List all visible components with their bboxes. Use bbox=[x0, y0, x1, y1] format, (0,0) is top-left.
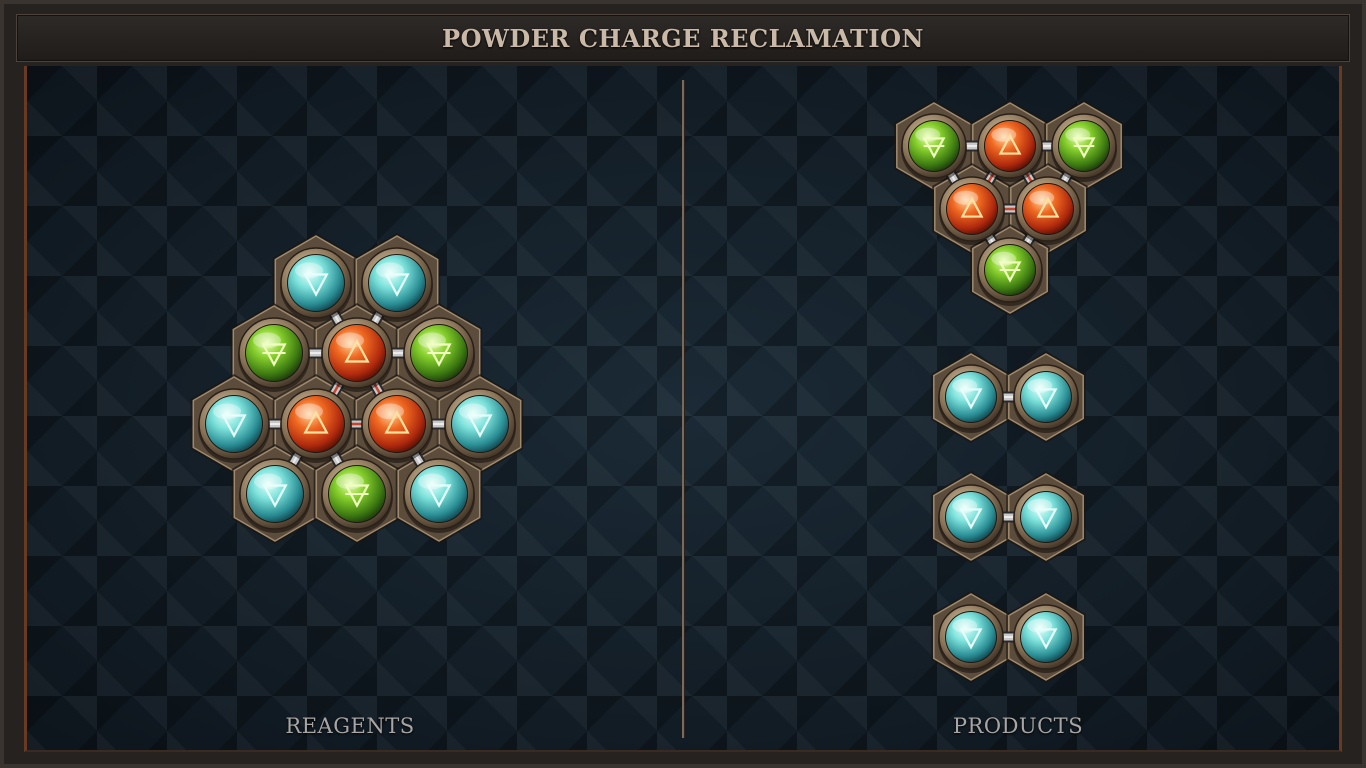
water-element-icon bbox=[444, 388, 516, 463]
water-element-icon bbox=[280, 247, 352, 322]
earth-element-icon bbox=[321, 458, 393, 533]
earth-element-icon bbox=[977, 237, 1043, 306]
earth-element-icon bbox=[403, 317, 475, 392]
water-element-icon bbox=[198, 388, 270, 463]
molecule-scene bbox=[190, 100, 1124, 683]
reagents-label: REAGENTS bbox=[285, 714, 415, 738]
fire-element-icon bbox=[361, 388, 433, 463]
water-element-icon bbox=[938, 604, 1004, 673]
fire-element-icon bbox=[977, 113, 1043, 182]
water-element-icon bbox=[1013, 604, 1079, 673]
earth-element-icon bbox=[1051, 113, 1117, 182]
water-element-icon bbox=[938, 364, 1004, 433]
water-element-icon bbox=[938, 484, 1004, 553]
water-element-icon bbox=[361, 247, 433, 322]
fire-element-icon bbox=[939, 176, 1005, 245]
earth-element-icon bbox=[901, 113, 967, 182]
products-label: PRODUCTS bbox=[952, 714, 1084, 738]
water-element-icon bbox=[1013, 364, 1079, 433]
water-element-icon bbox=[1013, 484, 1079, 553]
fire-element-icon bbox=[280, 388, 352, 463]
water-element-icon bbox=[239, 458, 311, 533]
fire-element-icon bbox=[321, 317, 393, 392]
water-element-icon bbox=[403, 458, 475, 533]
fire-element-icon bbox=[1015, 176, 1081, 245]
earth-element-icon bbox=[238, 317, 310, 392]
